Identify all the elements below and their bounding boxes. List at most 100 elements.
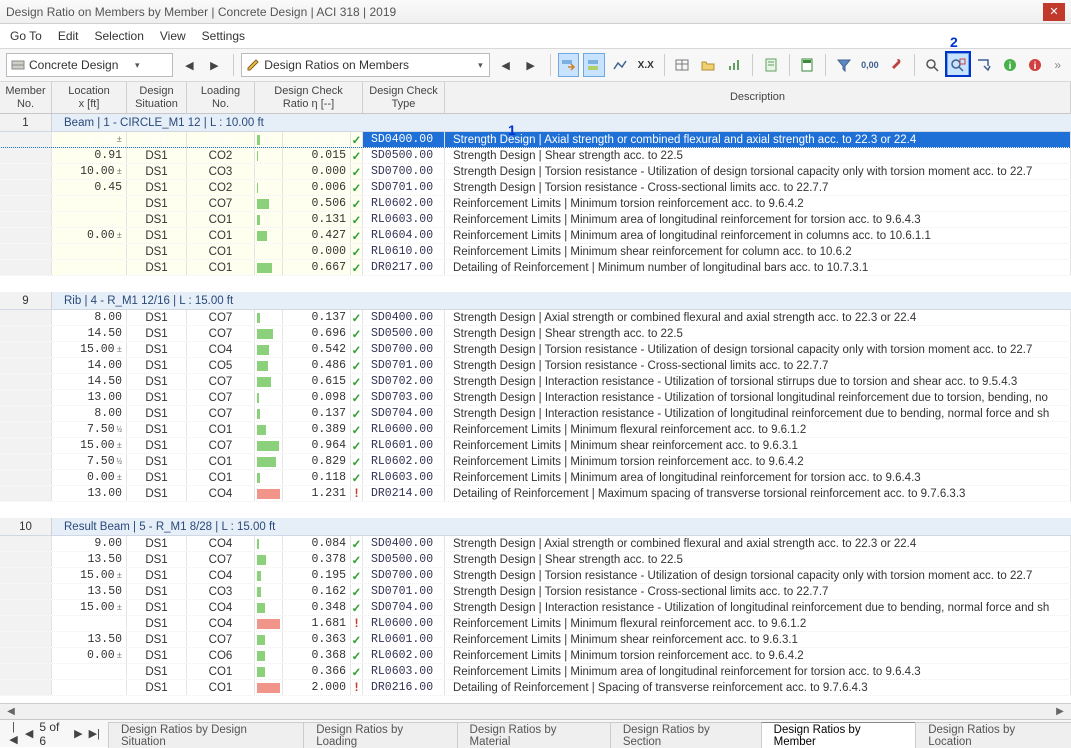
filter-icon[interactable] <box>833 53 855 77</box>
report-icon[interactable] <box>760 53 782 77</box>
wrench-icon[interactable] <box>885 53 907 77</box>
table-row[interactable]: DS1CO12.000!DR0216.00Detailing of Reinfo… <box>0 680 1071 696</box>
col-desc[interactable]: Description <box>445 82 1071 113</box>
chevron-down-icon: ▾ <box>476 60 485 71</box>
table-row[interactable]: 0.00±DS1CO10.118✓RL0603.00Reinforcement … <box>0 470 1071 486</box>
table-row[interactable]: DS1CO10.366✓RL0603.00Reinforcement Limit… <box>0 664 1071 680</box>
table-row[interactable]: DS1CO10.667✓DR0217.00Detailing of Reinfo… <box>0 260 1071 276</box>
table-row[interactable]: 0.00±DS1CO10.427✓RL0604.00Reinforcement … <box>0 228 1071 244</box>
group-header[interactable]: 1Beam | 1 - CIRCLE_M1 12 | L : 10.00 ft <box>0 114 1071 132</box>
calc-icon[interactable] <box>796 53 818 77</box>
table-row[interactable]: DS1CO70.506✓RL0602.00Reinforcement Limit… <box>0 196 1071 212</box>
result-combo[interactable]: Design Ratios on Members ▾ <box>241 53 489 77</box>
next-page-button[interactable]: ▶ <box>74 727 82 740</box>
module-combo[interactable]: Concrete Design ▾ <box>6 53 173 77</box>
grid-body[interactable]: 1Beam | 1 - CIRCLE_M1 12 | L : 10.00 ft0… <box>0 114 1071 703</box>
window-title: Design Ratio on Members by Member | Conc… <box>6 5 1043 19</box>
module-next-button[interactable]: ▶ <box>202 53 226 77</box>
col-type[interactable]: Design CheckType <box>363 82 445 113</box>
table-row[interactable]: 13.00DS1CO41.231!DR0214.00Detailing of R… <box>0 486 1071 502</box>
module-prev-button[interactable]: ◀ <box>177 53 201 77</box>
table-row[interactable]: 9.00DS1CO40.084✓SD0400.00Strength Design… <box>0 536 1071 552</box>
scroll-right-icon[interactable]: ▶ <box>1053 705 1067 719</box>
table-row[interactable]: 13.50DS1CO70.363✓RL0601.00Reinforcement … <box>0 632 1071 648</box>
footer-tabs: Design Ratios by Design SituationDesign … <box>108 720 1071 747</box>
tab-design-ratios-by-design-situation[interactable]: Design Ratios by Design Situation <box>108 722 303 748</box>
show-row-with-result-icon[interactable] <box>583 53 605 77</box>
table-row[interactable]: 0.45DS1CO20.006✓SD0701.00Strength Design… <box>0 180 1071 196</box>
table-icon[interactable] <box>672 53 694 77</box>
table-row[interactable]: 8.00DS1CO70.137✓SD0400.00Strength Design… <box>0 310 1071 326</box>
table-row[interactable]: 8.00DS1CO70.137✓SD0704.00Strength Design… <box>0 406 1071 422</box>
menu-view[interactable]: View <box>160 29 186 43</box>
group-header[interactable]: 10Result Beam | 5 - R_M1 8/28 | L : 15.0… <box>0 518 1071 536</box>
table-row[interactable]: DS1CO41.681!RL0600.00Reinforcement Limit… <box>0 616 1071 632</box>
col-location[interactable]: Locationx [ft] <box>52 82 127 113</box>
chevron-down-icon: ▾ <box>133 60 142 71</box>
pencil-icon <box>246 58 260 72</box>
col-member-no[interactable]: MemberNo. <box>0 82 52 113</box>
scroll-left-icon[interactable]: ◀ <box>4 705 18 719</box>
show-row-with-max-icon[interactable] <box>558 53 580 77</box>
jump-icon[interactable] <box>973 53 995 77</box>
find-in-view-icon[interactable] <box>947 53 969 77</box>
page-indicator: 5 of 6 <box>39 720 68 748</box>
col-loading[interactable]: LoadingNo. <box>187 82 255 113</box>
table-row[interactable]: 13.00DS1CO70.098✓SD0703.00Strength Desig… <box>0 390 1071 406</box>
page-nav: |◀ ◀ 5 of 6 ▶ ▶| <box>0 720 108 748</box>
table-row[interactable]: 15.00±DS1CO40.195✓SD0700.00Strength Desi… <box>0 568 1071 584</box>
toolbar: Concrete Design ▾ ◀ ▶ Design Ratios on M… <box>0 48 1071 82</box>
decimal-icon[interactable]: 0,00 <box>859 53 881 77</box>
result-prev-button[interactable]: ◀ <box>494 53 518 77</box>
result-combo-label: Design Ratios on Members <box>264 58 472 72</box>
folder-icon[interactable] <box>697 53 719 77</box>
grid: MemberNo. Locationx [ft] DesignSituation… <box>0 82 1071 719</box>
member-no: 1 <box>0 114 52 131</box>
menu-settings[interactable]: Settings <box>202 29 245 43</box>
prev-page-button[interactable]: ◀ <box>25 727 33 740</box>
menu-selection[interactable]: Selection <box>95 29 144 43</box>
table-row[interactable]: 7.50½DS1CO10.829✓RL0602.00Reinforcement … <box>0 454 1071 470</box>
result-nav: ◀ ▶ <box>494 53 543 77</box>
tab-design-ratios-by-section[interactable]: Design Ratios by Section <box>610 722 761 748</box>
svg-text:i: i <box>1034 61 1037 72</box>
info-green-icon[interactable]: i <box>999 53 1021 77</box>
menu-go-to[interactable]: Go To <box>10 29 42 43</box>
module-combo-label: Concrete Design <box>29 58 129 72</box>
table-row[interactable]: 10.00±DS1CO30.000✓SD0700.00Strength Desi… <box>0 164 1071 180</box>
table-row[interactable]: 7.50½DS1CO10.389✓RL0600.00Reinforcement … <box>0 422 1071 438</box>
xx-icon[interactable]: X.X <box>635 53 657 77</box>
close-button[interactable]: ✕ <box>1043 3 1065 21</box>
table-row[interactable]: 13.50DS1CO30.162✓SD0701.00Strength Desig… <box>0 584 1071 600</box>
tab-design-ratios-by-loading[interactable]: Design Ratios by Loading <box>303 722 456 748</box>
tab-design-ratios-by-member[interactable]: Design Ratios by Member <box>761 722 916 748</box>
table-row[interactable]: 13.50DS1CO70.378✓SD0500.00Strength Desig… <box>0 552 1071 568</box>
first-page-button[interactable]: |◀ <box>8 721 19 746</box>
result-next-button[interactable]: ▶ <box>519 53 543 77</box>
table-row[interactable]: 0.91DS1CO20.015✓SD0500.00Strength Design… <box>0 148 1071 164</box>
h-scrollbar[interactable]: ◀ ▶ <box>0 703 1071 719</box>
chart-icon[interactable] <box>723 53 745 77</box>
table-row[interactable]: DS1CO10.000✓RL0610.00Reinforcement Limit… <box>0 244 1071 260</box>
table-row[interactable]: 14.00DS1CO50.486✓SD0701.00Strength Desig… <box>0 358 1071 374</box>
table-row[interactable]: 15.00±DS1CO40.348✓SD0704.00Strength Desi… <box>0 600 1071 616</box>
group-header[interactable]: 9Rib | 4 - R_M1 12/16 | L : 15.00 ft <box>0 292 1071 310</box>
last-page-button[interactable]: ▶| <box>89 727 100 740</box>
tab-design-ratios-by-material[interactable]: Design Ratios by Material <box>457 722 610 748</box>
table-row[interactable]: 14.50DS1CO70.615✓SD0702.00Strength Desig… <box>0 374 1071 390</box>
graphic-icon[interactable] <box>609 53 631 77</box>
table-row[interactable]: DS1CO10.131✓RL0603.00Reinforcement Limit… <box>0 212 1071 228</box>
find-icon[interactable] <box>921 53 943 77</box>
tab-design-ratios-by-location[interactable]: Design Ratios by Location <box>915 722 1071 748</box>
table-row[interactable]: 15.00±DS1CO40.542✓SD0700.00Strength Desi… <box>0 342 1071 358</box>
table-row[interactable]: 0.00±DS1CO60.368✓RL0602.00Reinforcement … <box>0 648 1071 664</box>
table-row[interactable]: 0.00±DS1CO40.118✓SD0400.00Strength Desig… <box>0 132 1071 148</box>
toolbar-overflow[interactable]: » <box>1050 58 1065 72</box>
footer: |◀ ◀ 5 of 6 ▶ ▶| Design Ratios by Design… <box>0 719 1071 747</box>
info-red-icon[interactable]: i <box>1025 53 1047 77</box>
table-row[interactable]: 14.50DS1CO70.696✓SD0500.00Strength Desig… <box>0 326 1071 342</box>
menu-edit[interactable]: Edit <box>58 29 79 43</box>
table-row[interactable]: 15.00±DS1CO70.964✓RL0601.00Reinforcement… <box>0 438 1071 454</box>
col-ratio[interactable]: Design CheckRatio η [--] <box>255 82 363 113</box>
col-ds[interactable]: DesignSituation <box>127 82 187 113</box>
